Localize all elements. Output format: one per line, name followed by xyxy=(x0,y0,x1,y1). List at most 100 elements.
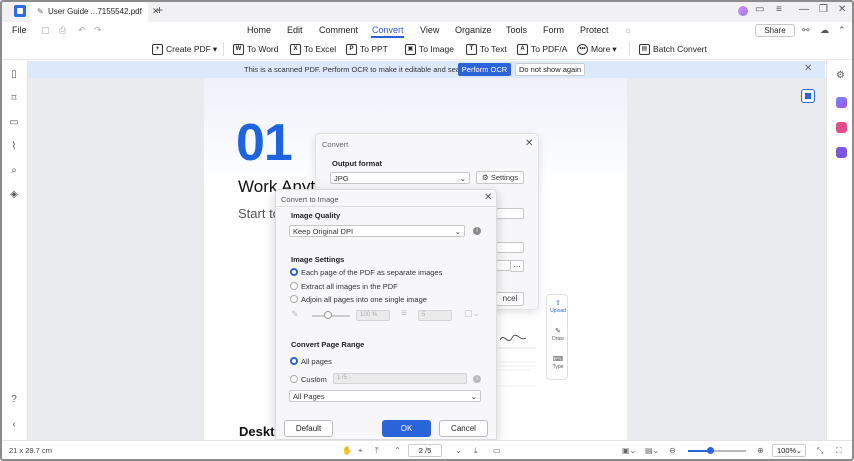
close-convert-dialog-icon[interactable]: ✕ xyxy=(525,138,533,149)
more-button[interactable]: ••• More ▾ xyxy=(577,42,617,56)
bookmark-icon[interactable]: ⌑ xyxy=(9,94,19,104)
to-text-button[interactable]: T To Text xyxy=(466,42,507,56)
menu-icon[interactable]: ≡ xyxy=(776,4,782,15)
message-icon[interactable]: ▭ xyxy=(755,4,764,15)
upload-cloud-icon[interactable]: ☁ xyxy=(820,25,829,36)
menu-protect[interactable]: Protect xyxy=(580,25,609,35)
close-image-dialog-icon[interactable]: ✕ xyxy=(484,192,492,203)
option-custom[interactable]: Custom xyxy=(301,375,327,384)
upload-icon[interactable]: ⇧ xyxy=(547,299,569,307)
translate-icon[interactable] xyxy=(836,122,847,133)
browse-button[interactable]: ⋯ xyxy=(510,260,524,272)
to-image-button[interactable]: ▣ To Image xyxy=(405,42,454,56)
output-folder-field[interactable] xyxy=(496,208,524,219)
image-quality-select[interactable]: Keep Original DPI ⌄ xyxy=(289,225,465,237)
hand-tool-icon[interactable]: ✋ xyxy=(342,446,352,455)
thumbnail-icon[interactable]: ▯ xyxy=(9,70,19,80)
zoom-slider-thumb[interactable] xyxy=(707,447,714,454)
zoom-select[interactable]: 100% ⌄ xyxy=(772,444,806,457)
close-window-icon[interactable]: ✕ xyxy=(838,4,846,15)
draw-label[interactable]: Draw xyxy=(547,336,569,342)
info-icon[interactable]: i xyxy=(473,227,481,235)
redo-icon[interactable]: ↷ xyxy=(94,25,102,36)
fullscreen-icon[interactable]: ⛶ xyxy=(836,446,842,456)
help-icon[interactable]: ? xyxy=(9,395,19,405)
menu-form[interactable]: Form xyxy=(543,25,564,35)
type-icon[interactable]: ⌨ xyxy=(547,355,569,363)
menu-file[interactable]: File xyxy=(12,25,27,35)
document-tab[interactable]: ✎ User Guide ...7155542.pdf ✕ xyxy=(30,2,160,22)
type-label[interactable]: Type xyxy=(547,364,569,370)
avatar[interactable] xyxy=(738,6,748,16)
menu-comment[interactable]: Comment xyxy=(319,25,358,35)
page-range-select[interactable]: All Pages ⌄ xyxy=(289,390,481,402)
restore-icon[interactable]: ❐ xyxy=(819,4,828,15)
page-input[interactable]: 2 /5 xyxy=(408,444,442,457)
next-page-icon[interactable]: ⌄ xyxy=(455,446,462,455)
ai-read-icon[interactable] xyxy=(836,147,847,158)
menu-edit[interactable]: Edit xyxy=(287,25,303,35)
attachment-icon[interactable]: ⌇ xyxy=(9,142,19,152)
print-icon[interactable]: ⎙ xyxy=(59,25,66,36)
view-mode-icon[interactable]: ▤⌄ xyxy=(645,446,659,455)
default-button[interactable]: Default xyxy=(284,420,333,437)
upload-label[interactable]: Upload xyxy=(547,308,569,314)
menu-tools[interactable]: Tools xyxy=(506,25,527,35)
slider-thumb[interactable] xyxy=(324,311,332,319)
draw-icon[interactable]: ✎ xyxy=(547,327,569,335)
settings-label: Settings xyxy=(490,173,518,182)
close-banner-icon[interactable]: ✕ xyxy=(804,63,812,74)
undo-icon[interactable]: ↶ xyxy=(78,25,86,36)
option-adjoin-pages[interactable]: Adjoin all pages into one single image xyxy=(301,295,427,304)
lightbulb-icon[interactable]: ☼ xyxy=(624,25,632,35)
zoom-out-icon[interactable]: ⊖ xyxy=(669,446,676,455)
option-all-pages[interactable]: All pages xyxy=(301,357,332,366)
page-layout-icon[interactable]: ▣⌄ xyxy=(622,446,636,455)
radio-all-pages[interactable] xyxy=(290,357,298,365)
properties-icon[interactable]: ⚙ xyxy=(836,70,847,81)
ok-button[interactable]: OK xyxy=(382,420,431,437)
option-separate-images[interactable]: Each page of the PDF as separate images xyxy=(301,268,442,277)
ai-assistant-icon[interactable] xyxy=(836,97,847,108)
zoom-in-icon[interactable]: ⊕ xyxy=(757,446,764,455)
to-pdfa-button[interactable]: A To PDF/A xyxy=(517,42,567,56)
perform-ocr-button[interactable]: Perform OCR xyxy=(458,63,511,76)
create-pdf-button[interactable]: + Create PDF ▾ xyxy=(152,42,217,56)
save-icon[interactable]: ▢ xyxy=(41,25,50,36)
radio-custom[interactable] xyxy=(290,375,298,383)
to-word-button[interactable]: W To Word xyxy=(233,42,279,56)
to-ppt-button[interactable]: P To PPT xyxy=(346,42,388,56)
layers-icon[interactable]: ◈ xyxy=(9,190,19,200)
fit-icon[interactable]: ▭ xyxy=(493,446,501,455)
do-not-show-button[interactable]: Do not show again xyxy=(515,63,585,76)
output-path-field[interactable] xyxy=(496,242,524,253)
share-button[interactable]: Share xyxy=(755,24,795,37)
settings-button[interactable]: ⚙ Settings xyxy=(476,171,524,184)
comment-icon[interactable]: ▭ xyxy=(9,118,19,128)
menu-view[interactable]: View xyxy=(420,25,439,35)
menu-home[interactable]: Home xyxy=(247,25,271,35)
share-network-icon[interactable]: ⚯ xyxy=(802,25,810,36)
radio-adjoin-pages[interactable] xyxy=(290,295,298,303)
menu-organize[interactable]: Organize xyxy=(455,25,492,35)
prev-page-icon[interactable]: ⌃ xyxy=(394,446,401,455)
page-view-toggle[interactable] xyxy=(801,89,815,103)
fit-page-icon[interactable]: ⤡ xyxy=(817,446,823,456)
menu-convert[interactable]: Convert xyxy=(372,25,404,35)
radio-extract-images[interactable] xyxy=(290,282,298,290)
radio-separate-images[interactable] xyxy=(290,268,298,276)
convert-cancel-button[interactable]: ncel xyxy=(496,292,524,306)
batch-convert-button[interactable]: ▤ Batch Convert xyxy=(639,42,707,56)
select-tool-icon[interactable]: ⌖ xyxy=(358,446,363,456)
search-icon[interactable]: ⌕ xyxy=(9,166,19,176)
collapse-left-icon[interactable]: ‹ xyxy=(9,420,19,430)
collapse-icon[interactable]: ⌃ xyxy=(838,25,846,36)
to-excel-button[interactable]: X To Excel xyxy=(290,42,336,56)
last-page-icon[interactable]: ⤓ xyxy=(474,446,478,456)
output-format-select[interactable]: JPG ⌄ xyxy=(330,172,470,184)
first-page-icon[interactable]: ⤒ xyxy=(375,446,379,456)
cancel-button[interactable]: Cancel xyxy=(439,420,488,437)
new-tab-button[interactable]: + xyxy=(156,3,163,17)
minimize-icon[interactable]: — xyxy=(799,4,809,15)
option-extract-images[interactable]: Extract all images in the PDF xyxy=(301,282,398,291)
